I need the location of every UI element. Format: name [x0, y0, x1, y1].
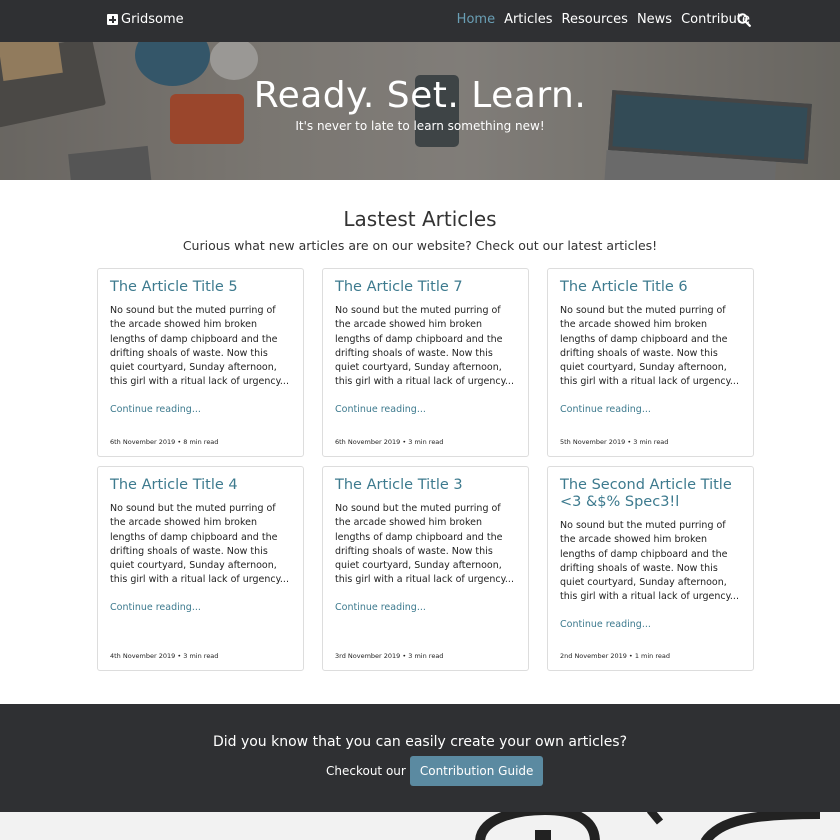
article-card[interactable]: The Article Title 6 No sound but the mut… [547, 268, 754, 457]
continue-reading-link[interactable]: Continue reading... [110, 404, 291, 415]
cta-label: Checkout our [326, 764, 406, 778]
section-subtitle: Curious what new articles are on our web… [182, 238, 658, 253]
article-card[interactable]: The Article Title 5 No sound but the mut… [97, 268, 304, 457]
hero-banner: Ready. Set. Learn. It's never to late to… [0, 42, 840, 180]
nav-links: Home Articles Resources News Contribute [457, 12, 750, 27]
article-meta: 5th November 2019 • 3 min read [560, 438, 669, 446]
contribute-banner: Did you know that you can easily create … [0, 704, 840, 812]
footer-logo-decoration [475, 812, 821, 840]
article-meta: 6th November 2019 • 8 min read [110, 438, 219, 446]
cta-row: Checkout our Contribution Guide [326, 756, 544, 786]
top-navbar: Gridsome Home Articles Resources News Co… [0, 0, 840, 42]
article-card[interactable]: The Article Title 3 No sound but the mut… [322, 466, 529, 671]
plus-square-icon [107, 14, 118, 25]
continue-reading-link[interactable]: Continue reading... [110, 602, 291, 613]
article-excerpt: No sound but the muted purring of the ar… [335, 503, 514, 586]
article-excerpt: No sound but the muted purring of the ar… [110, 503, 289, 586]
article-meta: 2nd November 2019 • 1 min read [560, 652, 670, 660]
article-title[interactable]: The Article Title 4 [110, 477, 291, 494]
section-title: Lastest Articles [343, 207, 497, 231]
nav-link-resources[interactable]: Resources [562, 12, 628, 27]
cta-title: Did you know that you can easily create … [212, 734, 628, 750]
hero-subtitle: It's never to late to learn something ne… [295, 119, 545, 133]
article-meta: 4th November 2019 • 3 min read [110, 652, 219, 660]
continue-reading-link[interactable]: Continue reading... [560, 619, 741, 630]
continue-reading-link[interactable]: Continue reading... [335, 602, 516, 613]
article-meta: 6th November 2019 • 3 min read [335, 438, 444, 446]
brand-link[interactable]: Gridsome [107, 12, 184, 27]
contribution-guide-button[interactable]: Contribution Guide [409, 756, 544, 786]
nav-link-home[interactable]: Home [457, 12, 495, 27]
footer [0, 812, 840, 840]
article-excerpt: No sound but the muted purring of the ar… [560, 305, 739, 388]
search-icon[interactable] [737, 13, 751, 27]
article-title[interactable]: The Article Title 6 [560, 279, 741, 296]
article-title[interactable]: The Article Title 3 [335, 477, 516, 494]
continue-reading-link[interactable]: Continue reading... [560, 404, 741, 415]
brand-name: Gridsome [121, 12, 184, 27]
article-excerpt: No sound but the muted purring of the ar… [335, 305, 514, 388]
article-title[interactable]: The Article Title 5 [110, 279, 291, 296]
article-title[interactable]: The Second Article Title <3 &$% Spec3!l [560, 477, 741, 511]
nav-link-articles[interactable]: Articles [504, 12, 552, 27]
article-excerpt: No sound but the muted purring of the ar… [560, 520, 739, 603]
continue-reading-link[interactable]: Continue reading... [335, 404, 516, 415]
hero-title: Ready. Set. Learn. [253, 75, 587, 116]
article-card[interactable]: The Article Title 4 No sound but the mut… [97, 466, 304, 671]
nav-link-news[interactable]: News [637, 12, 672, 27]
article-title[interactable]: The Article Title 7 [335, 279, 516, 296]
article-card[interactable]: The Second Article Title <3 &$% Spec3!l … [547, 466, 754, 671]
article-excerpt: No sound but the muted purring of the ar… [110, 305, 289, 388]
article-meta: 3rd November 2019 • 3 min read [335, 652, 444, 660]
article-card[interactable]: The Article Title 7 No sound but the mut… [322, 268, 529, 457]
